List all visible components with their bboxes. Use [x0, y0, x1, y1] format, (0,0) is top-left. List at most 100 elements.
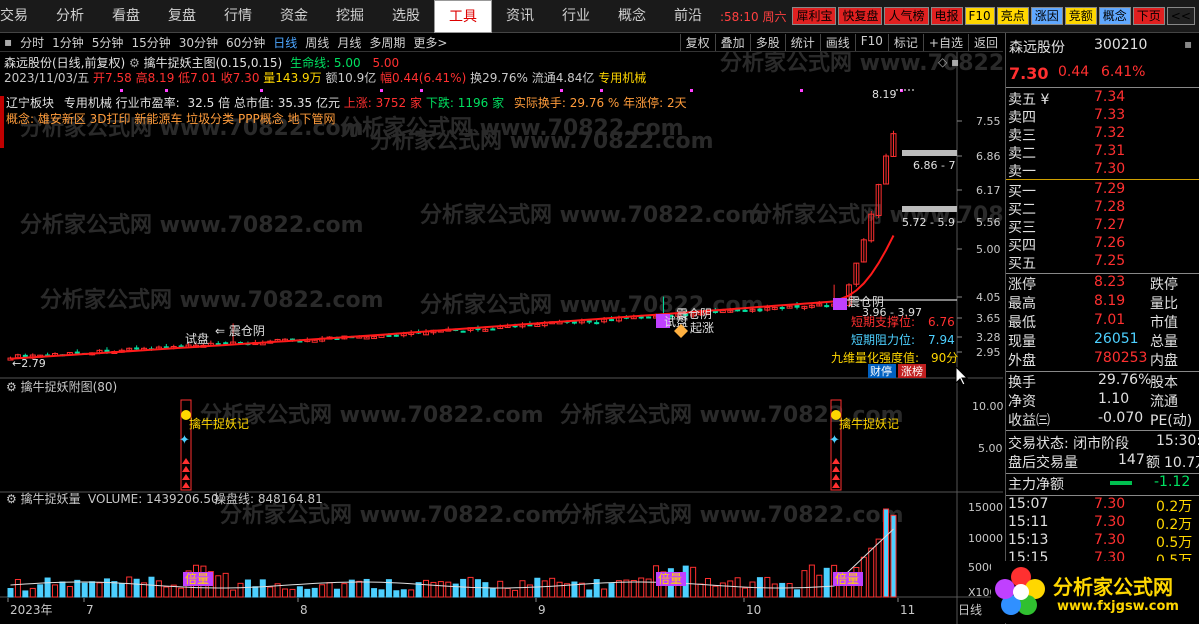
quick-button-9[interactable]: 下页: [1132, 7, 1165, 25]
candle-body: [646, 316, 652, 319]
period-tab-9[interactable]: 多周期: [365, 34, 409, 51]
tick-price-2: 7.30: [1094, 532, 1126, 548]
quick-button-2[interactable]: 人气榜: [884, 7, 929, 25]
vol-title[interactable]: ⚙ 擒牛捉妖量: [6, 491, 81, 506]
quick-button-6[interactable]: 涨因: [1030, 7, 1063, 25]
menu-item-5[interactable]: 资金: [266, 0, 322, 33]
volume-bar: [719, 582, 726, 598]
x-label-5: 11: [900, 603, 915, 617]
ask-price-3: 7.31: [1094, 143, 1126, 159]
mktcap-label: 总市值:: [233, 96, 274, 110]
volume-bar: [311, 587, 318, 598]
quote-row: 卖三 7.32: [1006, 125, 1199, 144]
volume-bar: [727, 580, 734, 598]
menu-item-9[interactable]: 资讯: [492, 0, 548, 33]
low-price-label: ←2.79: [12, 357, 46, 370]
period-tab-0[interactable]: 分时: [16, 34, 48, 51]
watermark-12: 分析家公式网 www.70822.com: [420, 202, 764, 228]
candle-body: [757, 308, 763, 312]
volume-bar: [400, 589, 407, 598]
stat-label-0: 涨停: [1008, 277, 1036, 293]
period-tab-2[interactable]: 5分钟: [88, 34, 128, 51]
quick-button-10[interactable]: <<: [1166, 7, 1195, 25]
candle-body: [134, 347, 140, 350]
menu-item-3[interactable]: 复盘: [154, 0, 210, 33]
toolbar-button-1[interactable]: 叠加: [714, 33, 750, 51]
quick-button-5[interactable]: 亮点: [996, 7, 1029, 25]
support-value: 6.76: [928, 315, 955, 329]
panel-menu-icon[interactable]: ▪: [1184, 37, 1192, 51]
menu-item-0[interactable]: 交易: [0, 0, 42, 33]
watermark-4: 分析家公式网 www.70822.com: [370, 128, 714, 154]
period-tab-4[interactable]: 30分钟: [175, 34, 222, 51]
menu-item-2[interactable]: 看盘: [98, 0, 154, 33]
menu-item-11[interactable]: 概念: [604, 0, 660, 33]
stock-title[interactable]: 森远股份(日线,前复权): [4, 56, 125, 70]
x-axis-corner[interactable]: 日线: [958, 603, 982, 617]
trade-status: 交易状态: 闭市阶段: [1008, 436, 1130, 452]
quick-button-3[interactable]: 电报: [930, 7, 963, 25]
quick-button-4[interactable]: F10: [964, 7, 995, 25]
bid-label-2: 买三: [1008, 220, 1036, 236]
quick-button-1[interactable]: 快复盘: [838, 7, 883, 25]
menu-item-12[interactable]: 前沿: [660, 0, 716, 33]
quick-button-7[interactable]: 竞额: [1064, 7, 1097, 25]
quote-stock-name[interactable]: 森远股份: [1009, 37, 1065, 57]
limit-days: 年涨停: 2天: [623, 96, 687, 110]
top-marker-7: [690, 89, 693, 92]
indicator-title[interactable]: 擒牛捉妖主图(0.15,0.15): [144, 56, 283, 70]
toolbar-button-6[interactable]: 标记: [887, 33, 923, 51]
after-hours-amt: 10.7万: [1164, 455, 1199, 471]
toolbar-button-3[interactable]: 统计: [784, 33, 820, 51]
chart-area[interactable]: 分析家公式网 www.70822.com 分析家公式网 www.70822.com…: [0, 50, 1094, 624]
menu-item-1[interactable]: 分析: [42, 0, 98, 33]
bid-label-0: 买一: [1008, 184, 1036, 200]
tick-price-0: 7.30: [1094, 496, 1126, 512]
volume-bar: [408, 589, 415, 598]
sub1-arrow-b-3: [832, 482, 840, 488]
period-tab-6[interactable]: 日线: [269, 34, 301, 51]
period-tab-5[interactable]: 60分钟: [222, 34, 269, 51]
x-label-3: 9: [538, 603, 546, 617]
tick-vol-0: 0.2万: [1156, 499, 1193, 515]
quick-button-0[interactable]: 犀利宝: [792, 7, 837, 25]
menu-item-7[interactable]: 选股: [378, 0, 434, 33]
volume-bar: [474, 579, 481, 598]
toolbar-button-8[interactable]: 返回: [967, 33, 1003, 51]
period-tab-3[interactable]: 15分钟: [127, 34, 174, 51]
volume-bar: [808, 564, 815, 598]
stat2-label-0: 换手: [1008, 375, 1036, 391]
period-tab-8[interactable]: 月线: [333, 34, 365, 51]
period-tab-7[interactable]: 周线: [301, 34, 333, 51]
toolbar-button-2[interactable]: 多股: [749, 33, 785, 51]
quick-button-8[interactable]: 概念: [1098, 7, 1131, 25]
toolbar-button-0[interactable]: 复权: [679, 33, 715, 51]
toolbar-square-icon[interactable]: ▪: [0, 35, 16, 49]
x-label-1: 7: [86, 603, 94, 617]
menu-item-8[interactable]: 工具: [434, 0, 492, 33]
menu-item-6[interactable]: 挖掘: [322, 0, 378, 33]
quote-row: 买三 7.27: [1006, 217, 1199, 236]
bar-amount: 额10.9亿: [325, 71, 377, 85]
diamond-icon[interactable]: ◇ ▪: [938, 55, 959, 69]
stat2-value-0: 29.76%: [1098, 372, 1152, 388]
toolbar-button-4[interactable]: 画线: [819, 33, 855, 51]
volume-bar: [111, 581, 118, 598]
period-tab-1[interactable]: 1分钟: [48, 34, 88, 51]
menu-item-4[interactable]: 行情: [210, 0, 266, 33]
volume-bar: [37, 584, 44, 598]
sub1-title[interactable]: ⚙ 擒牛捉妖附图(80): [6, 379, 117, 394]
vol-tick-1: 10000: [968, 532, 1003, 545]
sub1-arrow-a-0: [182, 458, 190, 464]
volume-bar: [326, 582, 333, 598]
menu-item-10[interactable]: 行业: [548, 0, 604, 33]
settings-icon[interactable]: ⚙: [129, 56, 140, 70]
chart-svg[interactable]: 分析家公式网 www.70822.com 分析家公式网 www.70822.com…: [0, 50, 1094, 624]
lifeline-value2: 5.00: [372, 56, 400, 70]
toolbar-button-5[interactable]: F10: [854, 33, 888, 51]
zhangbang-text: 涨榜: [901, 364, 923, 378]
info-row: 辽宁板块 专用机械 行业市盈率: 32.5 倍 总市值: 35.35 亿元 上涨…: [6, 94, 687, 111]
quote-price: 7.30: [1009, 64, 1049, 83]
period-tab-10[interactable]: 更多>: [409, 34, 451, 51]
toolbar-button-7[interactable]: +自选: [922, 33, 968, 51]
